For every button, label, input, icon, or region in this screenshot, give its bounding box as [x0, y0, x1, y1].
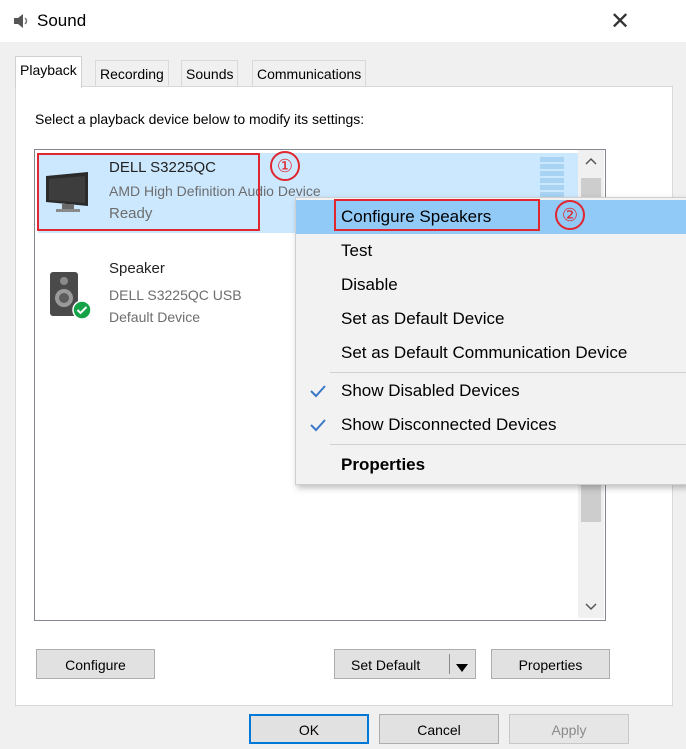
- set-default-label: Set Default: [351, 657, 421, 673]
- apply-button[interactable]: Apply: [509, 714, 629, 744]
- device-driver-speaker: DELL S3225QC USB: [109, 287, 242, 303]
- sound-dialog: Sound ✕ Playback Recording Sounds Commun…: [0, 0, 686, 749]
- device-status-speaker: Default Device: [109, 309, 201, 325]
- chevron-down-icon[interactable]: [453, 656, 471, 672]
- set-default-button[interactable]: Set Default: [334, 649, 476, 679]
- menu-item-show-disabled[interactable]: Show Disabled Devices: [296, 374, 686, 408]
- menu-separator: [330, 372, 686, 373]
- menu-item-label: Test: [341, 241, 373, 260]
- annotation-box-1: [37, 153, 260, 231]
- tab-playback[interactable]: Playback: [15, 56, 82, 88]
- context-menu: Configure Speakers Test Disable Set as D…: [295, 197, 686, 485]
- cancel-button[interactable]: Cancel: [379, 714, 499, 744]
- sound-app-icon: [12, 11, 32, 31]
- device-name-speaker: Speaker: [109, 260, 165, 277]
- annotation-box-2: [334, 199, 540, 231]
- window-title: Sound: [37, 11, 87, 30]
- default-check-icon: [72, 300, 92, 320]
- tab-sounds[interactable]: Sounds: [181, 60, 239, 87]
- menu-separator: [330, 444, 686, 445]
- menu-item-label: Properties: [341, 455, 426, 474]
- menu-item-test[interactable]: Test: [296, 234, 686, 268]
- menu-item-label: Show Disconnected Devices: [341, 415, 557, 434]
- tab-recording[interactable]: Recording: [95, 60, 169, 87]
- annotation-step-1: ①: [270, 151, 300, 181]
- menu-item-label: Set as Default Communication Device: [341, 343, 628, 362]
- tab-communications[interactable]: Communications: [252, 60, 367, 87]
- annotation-step-2: ②: [555, 200, 585, 230]
- title-bar: Sound ✕: [0, 0, 686, 42]
- set-default-divider: [449, 654, 450, 674]
- menu-item-label: Set as Default Device: [341, 309, 505, 328]
- properties-button[interactable]: Properties: [491, 649, 610, 679]
- menu-item-label: Show Disabled Devices: [341, 381, 520, 400]
- ok-button[interactable]: OK: [249, 714, 369, 744]
- checkmark-icon: [306, 408, 330, 442]
- menu-item-label: Disable: [341, 275, 398, 294]
- close-icon[interactable]: ✕: [600, 6, 640, 38]
- checkmark-icon: [306, 374, 330, 408]
- scroll-up-icon[interactable]: [583, 154, 599, 168]
- instruction-text: Select a playback device below to modify…: [35, 111, 365, 127]
- configure-button[interactable]: Configure: [36, 649, 155, 679]
- scroll-down-icon[interactable]: [583, 600, 599, 614]
- menu-item-set-default-communication[interactable]: Set as Default Communication Device: [296, 336, 686, 370]
- menu-item-set-default-device[interactable]: Set as Default Device: [296, 302, 686, 336]
- menu-item-show-disconnected[interactable]: Show Disconnected Devices: [296, 408, 686, 442]
- menu-item-properties[interactable]: Properties: [296, 448, 686, 482]
- menu-item-disable[interactable]: Disable: [296, 268, 686, 302]
